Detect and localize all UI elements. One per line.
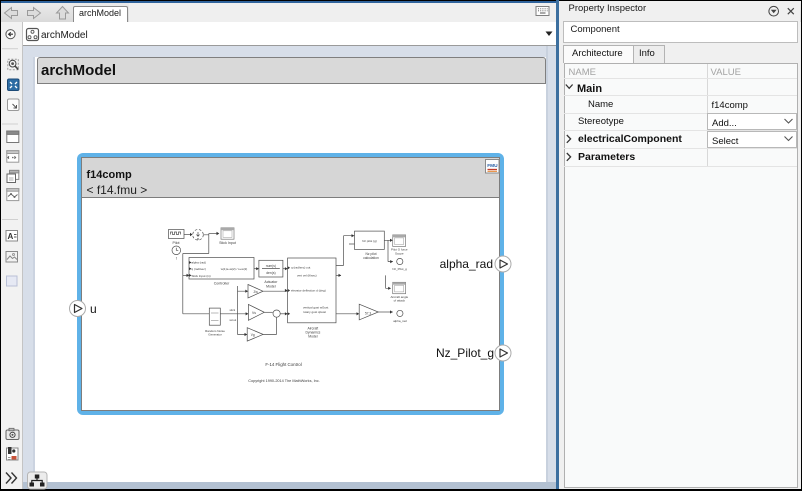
svg-text:Model: Model xyxy=(266,284,276,288)
svg-text:vert vel (ft/sec): vert vel (ft/sec) xyxy=(297,274,317,278)
svg-text:FMU: FMU xyxy=(487,163,498,169)
svg-text:w/out: w/out xyxy=(230,318,237,322)
svg-text:Zw: Zw xyxy=(254,290,259,294)
svg-text:alpha (rad): alpha (rad) xyxy=(192,260,207,264)
svg-text:num(s): num(s) xyxy=(266,264,276,268)
svg-text:Model: Model xyxy=(308,335,317,339)
svg-text:Vg: Vg xyxy=(251,333,255,337)
svg-text:of attack: of attack xyxy=(394,299,406,303)
svg-text:57.3: 57.3 xyxy=(365,312,371,316)
svg-text:elevator deflection d (deg): elevator deflection d (deg) xyxy=(291,289,326,293)
svg-text:Nz_Pilot_g: Nz_Pilot_g xyxy=(392,267,407,271)
svg-text:vertical gust wGust: vertical gust wGust xyxy=(303,306,329,310)
svg-text:Generator: Generator xyxy=(208,333,222,337)
svg-text:q (rad/sec): q (rad/sec) xyxy=(192,267,206,271)
svg-text:Scope: Scope xyxy=(395,252,404,256)
svg-text:Nz pilot (g): Nz pilot (g) xyxy=(362,239,377,243)
svg-text:rotary gust qGust: rotary gust qGust xyxy=(303,310,326,314)
svg-text:alpha_rad: alpha_rad xyxy=(393,319,407,323)
svg-text:A: A xyxy=(8,232,14,241)
svg-text:Controller: Controller xyxy=(214,282,230,286)
svg-text:calculation: calculation xyxy=(363,256,379,260)
svg-text:Vs: Vs xyxy=(252,311,256,315)
svg-text:t: t xyxy=(176,257,177,261)
svg-text:F-14 Flight Control: F-14 Flight Control xyxy=(265,362,301,367)
svg-text:Copyright 1990-2014 The MathWo: Copyright 1990-2014 The MathWorks, Inc. xyxy=(248,379,319,383)
svg-text:q (rad/sec) out: q (rad/sec) out xyxy=(291,266,311,270)
svg-text:Stick Input (in): Stick Input (in) xyxy=(192,274,211,278)
svg-text:Pilot: Pilot xyxy=(173,241,180,245)
svg-text:Stick Input: Stick Input xyxy=(219,241,236,245)
svg-text:den(s): den(s) xyxy=(266,271,275,275)
svg-text:stick: stick xyxy=(230,308,236,312)
svg-text:w(1)s+w(2) / s+w(2): w(1)s+w(2) / s+w(2) xyxy=(221,267,248,271)
